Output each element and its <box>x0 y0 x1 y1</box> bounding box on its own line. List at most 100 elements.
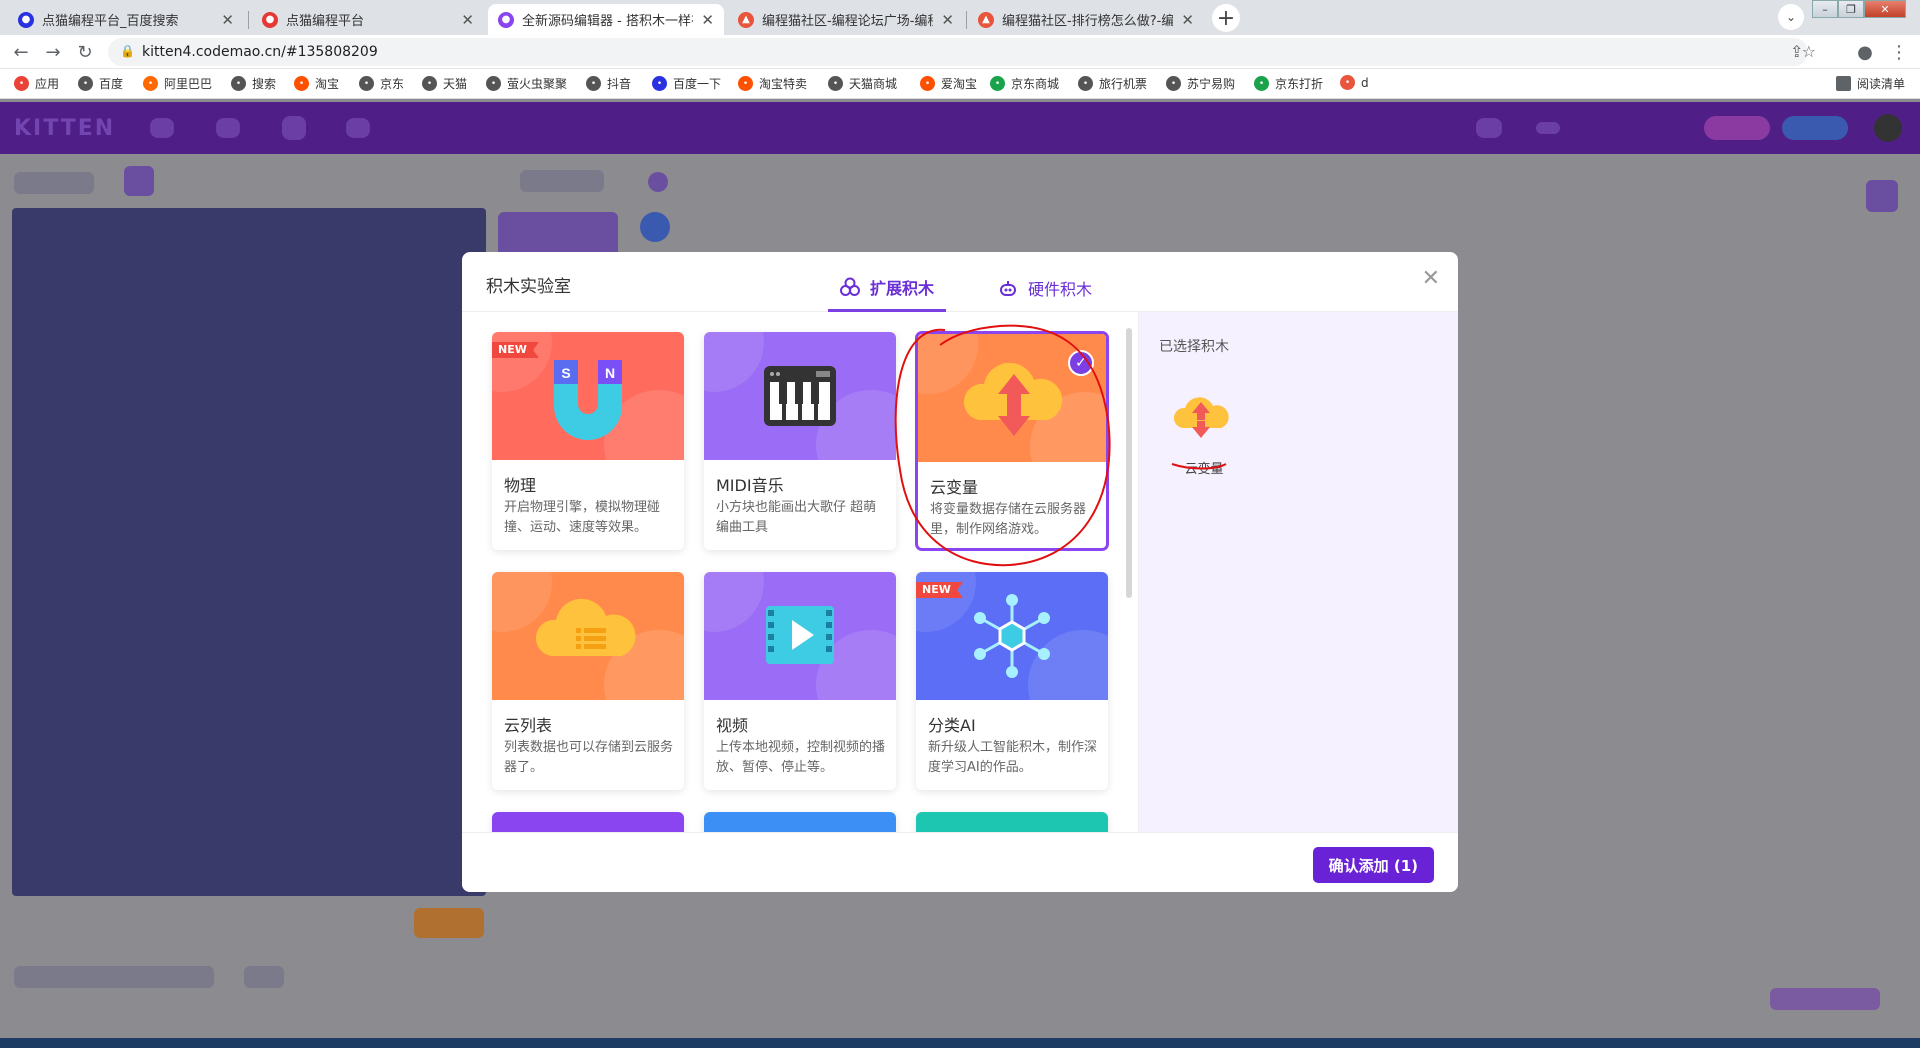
extension-card-midi[interactable]: MIDI音乐 小方块也能画出大歌仔 超萌编曲工具 <box>704 332 896 550</box>
bookmark-item[interactable]: • 京东 <box>359 75 404 92</box>
bookmark-label: 爱淘宝 <box>941 77 978 91</box>
browser-tab-active[interactable]: ● 全新源码编辑器 - 搭积木一样有趣 ✕ <box>488 4 724 35</box>
bookmark-item[interactable]: • 苏宁易购 <box>1166 75 1235 92</box>
tab-search-chevron-icon[interactable]: ⌄ <box>1778 4 1804 30</box>
window-controls: – ❐ ✕ <box>1812 0 1906 18</box>
bookmark-label: 京东 <box>380 77 405 91</box>
extension-card-video[interactable]: 视频 上传本地视频，控制视频的播放、暂停、停止等。 <box>704 572 896 790</box>
bookmark-item[interactable]: • 应用 <box>14 75 59 92</box>
bookmark-item[interactable]: • 爱淘宝 <box>920 75 977 92</box>
bookmark-star-icon[interactable]: ☆ <box>1802 42 1816 61</box>
close-icon[interactable]: ✕ <box>1422 266 1440 291</box>
bookmark-item[interactable]: • 百度 <box>78 75 123 92</box>
bookmark-item[interactable]: • 京东打折 <box>1254 75 1323 92</box>
taobao-icon: • <box>294 76 309 91</box>
bookmark-label: 京东打折 <box>1275 77 1324 91</box>
card-name: 视频 <box>716 716 749 735</box>
forward-arrow-icon[interactable]: → <box>40 39 66 65</box>
close-tab-icon[interactable]: ✕ <box>221 11 234 29</box>
card-art <box>704 332 896 460</box>
browser-tab[interactable]: ▲ 编程猫社区-编程论坛广场-编程学 ✕ <box>728 4 964 35</box>
reading-list-button[interactable]: 阅读清单 <box>1836 75 1905 92</box>
close-window-button[interactable]: ✕ <box>1864 0 1906 18</box>
grid-scrollbar[interactable] <box>1126 328 1132 598</box>
extension-card-partial[interactable] <box>916 812 1108 832</box>
modal-header: 积木实验室 扩展积木 硬件积木 ✕ <box>462 252 1458 312</box>
extension-blocks-icon <box>840 277 860 296</box>
bookmark-label: 萤火虫聚聚 <box>507 77 568 91</box>
card-name: 分类AI <box>928 716 976 735</box>
bookmark-item[interactable]: • d <box>1340 75 1369 90</box>
extension-card-partial[interactable] <box>704 812 896 832</box>
bookmark-item[interactable]: • 百度一下 <box>652 75 721 92</box>
tab-hardware-blocks[interactable]: 硬件积木 <box>986 264 1104 312</box>
tab-title: 编程猫社区-编程论坛广场-编程学 <box>762 14 933 29</box>
codemao-community-icon: ▲ <box>738 11 754 28</box>
baidu-paw-icon: ● <box>18 11 34 28</box>
browser-tab[interactable]: ● 点猫编程平台_百度搜索 ✕ <box>8 4 244 35</box>
bookmark-item[interactable]: • 淘宝特卖 <box>738 75 807 92</box>
browser-toolbar: ← → ↻ 🔒 kitten4.codemao.cn/#135808209 ⇪ … <box>0 35 1920 69</box>
globe-icon: • <box>359 76 374 91</box>
modal-footer: 确认添加 (1) <box>462 832 1458 892</box>
modal-title: 积木实验室 <box>486 277 571 297</box>
reload-icon[interactable]: ↻ <box>72 39 98 65</box>
profile-avatar-icon[interactable]: ● <box>1852 39 1878 65</box>
extension-card-physics[interactable]: S N NEW 物理 开启物理引擎，模拟物理碰撞、运动、速度等效果。 <box>492 332 684 550</box>
tab-extension-blocks[interactable]: 扩展积木 <box>828 264 947 312</box>
video-icon <box>766 606 834 664</box>
globe-icon: • <box>1078 76 1093 91</box>
tab-title: 编程猫社区-排行榜怎么做?-编程 <box>1002 14 1174 29</box>
bookmark-label: 京东商城 <box>1011 77 1060 91</box>
browser-tab[interactable]: ● 点猫编程平台 ✕ <box>252 4 484 35</box>
robot-icon <box>1000 281 1016 296</box>
card-name: 云变量 <box>930 478 979 497</box>
card-art <box>492 572 684 700</box>
bookmark-item[interactable]: • 抖音 <box>586 75 631 92</box>
extension-card-cloud-list[interactable]: 云列表 列表数据也可以存储到云服务器了。 <box>492 572 684 790</box>
bookmark-item[interactable]: • 天猫商城 <box>828 75 897 92</box>
bookmark-item[interactable]: • 京东商城 <box>990 75 1059 92</box>
close-tab-icon[interactable]: ✕ <box>461 11 474 29</box>
bookmark-item[interactable]: • 淘宝 <box>294 75 339 92</box>
restore-button[interactable]: ❐ <box>1838 0 1864 18</box>
cloud-list-icon <box>535 598 636 656</box>
bookmark-item[interactable]: • 搜索 <box>231 75 276 92</box>
globe-icon: • <box>1166 76 1181 91</box>
kitten-logo: KITTEN <box>14 116 116 141</box>
codemao-community-icon: ▲ <box>978 11 994 28</box>
extension-card-cloud-variable[interactable]: ✓ 云变量 将变量数据存储在云服务器里，制作网络游戏。 <box>916 332 1108 550</box>
address-bar[interactable]: 🔒 kitten4.codemao.cn/#135808209 ⇪ ☆ <box>108 38 1816 66</box>
confirm-add-button[interactable]: 确认添加 (1) <box>1312 847 1434 883</box>
minimize-button[interactable]: – <box>1812 0 1838 18</box>
close-tab-icon[interactable]: ✕ <box>1181 11 1194 29</box>
lock-icon: 🔒 <box>120 44 135 58</box>
selected-check-icon: ✓ <box>1068 350 1094 376</box>
svg-text:S: S <box>561 365 570 381</box>
more-menu-icon[interactable]: ⋮ <box>1886 39 1912 65</box>
bookmark-item[interactable]: • 天猫 <box>422 75 467 92</box>
url-text[interactable]: kitten4.codemao.cn/#135808209 <box>142 44 378 60</box>
globe-icon: • <box>586 76 601 91</box>
bookmark-label: 旅行机票 <box>1099 77 1148 91</box>
card-description: 列表数据也可以存储到云服务器了。 <box>504 740 674 775</box>
browser-tab[interactable]: ▲ 编程猫社区-排行榜怎么做?-编程 ✕ <box>968 4 1204 35</box>
extension-card-partial[interactable] <box>492 812 684 832</box>
extension-card-grid: S N NEW 物理 开启物理引擎，模拟物理碰撞、运动、速度等效果。 MIDI音… <box>462 312 1138 832</box>
close-tab-icon[interactable]: ✕ <box>941 11 954 29</box>
reading-list-label: 阅读清单 <box>1857 77 1906 91</box>
globe-icon: • <box>828 76 843 91</box>
codemao-icon: ● <box>498 11 514 28</box>
baidu-paw-icon: • <box>652 76 667 91</box>
globe-icon: • <box>486 76 501 91</box>
new-tab-button[interactable]: + <box>1212 4 1240 32</box>
close-tab-icon[interactable]: ✕ <box>701 11 714 29</box>
selected-item-cloud-variable[interactable]: 云变量 <box>1159 382 1249 482</box>
bookmark-item[interactable]: • 旅行机票 <box>1078 75 1147 92</box>
card-name: 云列表 <box>504 716 553 735</box>
bookmark-item[interactable]: • 阿里巴巴 <box>143 75 212 92</box>
taobao-icon: • <box>920 76 935 91</box>
bookmark-item[interactable]: • 萤火虫聚聚 <box>486 75 567 92</box>
back-arrow-icon[interactable]: ← <box>8 39 34 65</box>
extension-card-classify-ai[interactable]: NEW 分类AI 新升级人工智能积木，制作深度学习AI的作品。 <box>916 572 1108 790</box>
